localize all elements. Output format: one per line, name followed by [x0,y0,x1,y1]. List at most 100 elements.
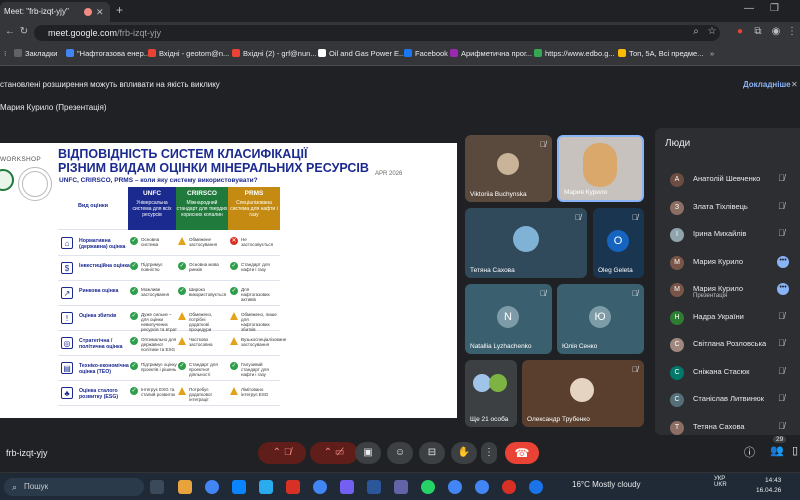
reload-icon[interactable]: ↻ [18,26,30,38]
translate-icon[interactable]: ⌕ [690,26,702,38]
task-view-icon[interactable] [150,480,164,494]
app-icon[interactable] [529,480,543,494]
chrome-icon[interactable] [475,480,489,494]
extension-icon[interactable]: ● [734,26,746,38]
captions-button[interactable]: ⊟ [419,442,445,464]
video-tile[interactable]: 🎙̸ Олександр Трубенко [522,360,644,427]
microphone-button[interactable]: ⌃ 🎙̸ [258,442,306,464]
mic-off-icon[interactable]: 🎙̸ [778,173,785,183]
mic-off-icon[interactable]: 🎙̸ [778,366,785,376]
back-icon[interactable]: ← [4,26,16,38]
bookmark-item[interactable]: Facebook [404,49,448,58]
more-options-icon[interactable]: ••• [777,283,789,295]
camera-button[interactable]: ⌃ ▭̸ [310,442,358,464]
mic-off-icon[interactable]: 🎙̸ [778,228,785,238]
viber-icon[interactable] [340,480,354,494]
video-tile[interactable]: N 🎙̸ Natallia Lyzhachenko [465,284,552,354]
menu-icon[interactable]: ⋮ [786,26,798,38]
bookmark-item[interactable]: Топ, 5А, Всі предме... [618,49,703,58]
maximize-icon[interactable]: ❐ [770,3,779,14]
meeting-info-icon[interactable]: ⓘ [744,444,755,460]
slide-title-line1: ВІДПОВІДНІСТЬ СИСТЕМ КЛАСИФІКАЦІЇ [58,147,308,161]
more-options-icon[interactable]: ••• [777,255,789,268]
profile-icon[interactable]: ◉ [770,26,782,38]
reactions-button[interactable]: ☺ [387,442,413,464]
bookmark-item[interactable]: Вхідні - geotom@n... [148,49,229,58]
raise-hand-button[interactable]: ✋ [451,442,477,464]
chrome-icon[interactable] [448,480,462,494]
participant-row[interactable]: М Мария Курило ••• [655,253,800,275]
app-icon[interactable] [286,480,300,494]
weather-widget[interactable]: 16°C Mostly cloudy [572,480,641,489]
bookmarks-overflow-icon[interactable]: » [710,49,714,58]
video-tile[interactable]: Ю 🎙̸ Юлія Сенко [557,284,644,354]
cell-text: Галузевий стандарт для нафти і газу [241,362,269,377]
cell-text: Широко використовується [189,287,227,297]
participant-row[interactable]: С Сніжана Стасюк 🎙̸ [655,363,800,385]
video-tile[interactable]: 🎙̸ Viktoriia Buchynska [465,135,552,202]
participant-row[interactable]: М Мария Курило Презентація ••• [655,280,800,302]
clock[interactable]: 14:43 16.04.26 [756,476,781,496]
chrome-icon[interactable] [313,480,327,494]
bookmark-item[interactable]: Закладки [14,49,57,58]
chrome-icon[interactable] [205,480,219,494]
participant-row[interactable]: І Ірина Михайлів 🎙̸ [655,225,800,247]
more-participants-tile[interactable]: Ще 21 особа [465,360,517,427]
telegram-icon[interactable] [259,480,273,494]
more-options-button[interactable]: ⋮ [481,442,497,464]
bookmark-item[interactable]: Oil and Gas Power E... [318,49,405,58]
mic-off-icon[interactable]: 🎙̸ [778,393,785,403]
word-icon[interactable] [367,480,381,494]
video-tile[interactable]: 🎙̸ Тетяна Сахова [465,208,587,278]
participant-row[interactable]: З Злата Тіхлівець 🎙̸ [655,198,800,220]
edge-icon[interactable] [232,480,246,494]
taskbar-search[interactable]: ⌕ Пошук [4,478,144,496]
leave-call-button[interactable]: ☎ [505,442,539,464]
extensions-icon[interactable]: ⧉ [752,26,764,38]
chevron-up-icon[interactable]: ⌃ [324,447,332,458]
participant-row[interactable]: Т Тетяна Сахова 🎙̸ [655,418,800,436]
video-tile[interactable]: O 🎙̸ Oleg Geleta [593,208,644,278]
chevron-up-icon[interactable]: ⌃ [273,447,281,458]
mic-off-icon[interactable]: 🎙̸ [778,201,785,211]
bookmark-star-icon[interactable]: ☆ [706,26,718,38]
bookmark-item[interactable]: https://www.edbo.g... [534,49,615,58]
chat-icon[interactable]: ▯ [792,444,798,457]
participant-row[interactable]: А Анатолій Шевченко 🎙̸ [655,170,800,192]
bookmark-item[interactable]: Арифметична прог... [450,49,532,58]
avatar: Т [670,420,684,435]
file-explorer-icon[interactable] [178,480,192,494]
mic-off-icon[interactable]: 🎙̸ [778,421,785,431]
app-icon[interactable] [502,480,516,494]
whatsapp-icon[interactable] [421,480,435,494]
mic-off-icon[interactable]: 🎙̸ [778,311,785,321]
participant-row[interactable]: С Світлана Розловська 🎙̸ [655,335,800,357]
cell-text: Оптимально для державної політики та ESG [141,337,177,352]
mic-off-icon[interactable]: 🎙̸ [778,338,785,348]
bookmark-item[interactable]: Вхідні (2) - grf@nun... [232,49,317,58]
decorative-circle [18,167,52,201]
participant-row[interactable]: Н Надра України 🎙̸ [655,308,800,330]
close-warning-button[interactable]: ✕ [791,75,798,95]
row-icon: ♣ [61,387,73,399]
present-button[interactable]: ▣ [355,442,381,464]
video-tile-active-speaker[interactable]: Мария Курило [557,135,644,202]
people-icon[interactable]: 👥 [770,444,784,457]
teams-icon[interactable] [394,480,408,494]
avatar: С [670,365,684,380]
bookmark-item[interactable]: "Нафтогазова енер... [66,49,150,58]
learn-more-link[interactable]: Докладніше [743,75,791,95]
avatar [497,153,519,175]
present-screen-icon: ▣ [363,447,373,458]
new-tab-icon[interactable]: + [116,3,123,17]
cell-text: Обмежене застосування [189,237,218,247]
url-field[interactable]: meet.google.com/frb-izqt-yjy [34,25,720,41]
minimize-icon[interactable]: — [744,3,754,14]
participant-name: Світлана Розловська [693,339,767,348]
cell-text: Можливе застосування [141,287,170,297]
tab-meet[interactable]: Meet: "frb-izqt-yjy" ✕ [0,2,110,22]
tab-close-icon[interactable]: ✕ [96,2,104,22]
participant-row[interactable]: С Станіслав Литвинюк 🎙̸ [655,390,800,412]
language-indicator[interactable]: УКР UKR [714,476,727,488]
bookmark-more-icon[interactable]: ⁝ [4,49,6,58]
